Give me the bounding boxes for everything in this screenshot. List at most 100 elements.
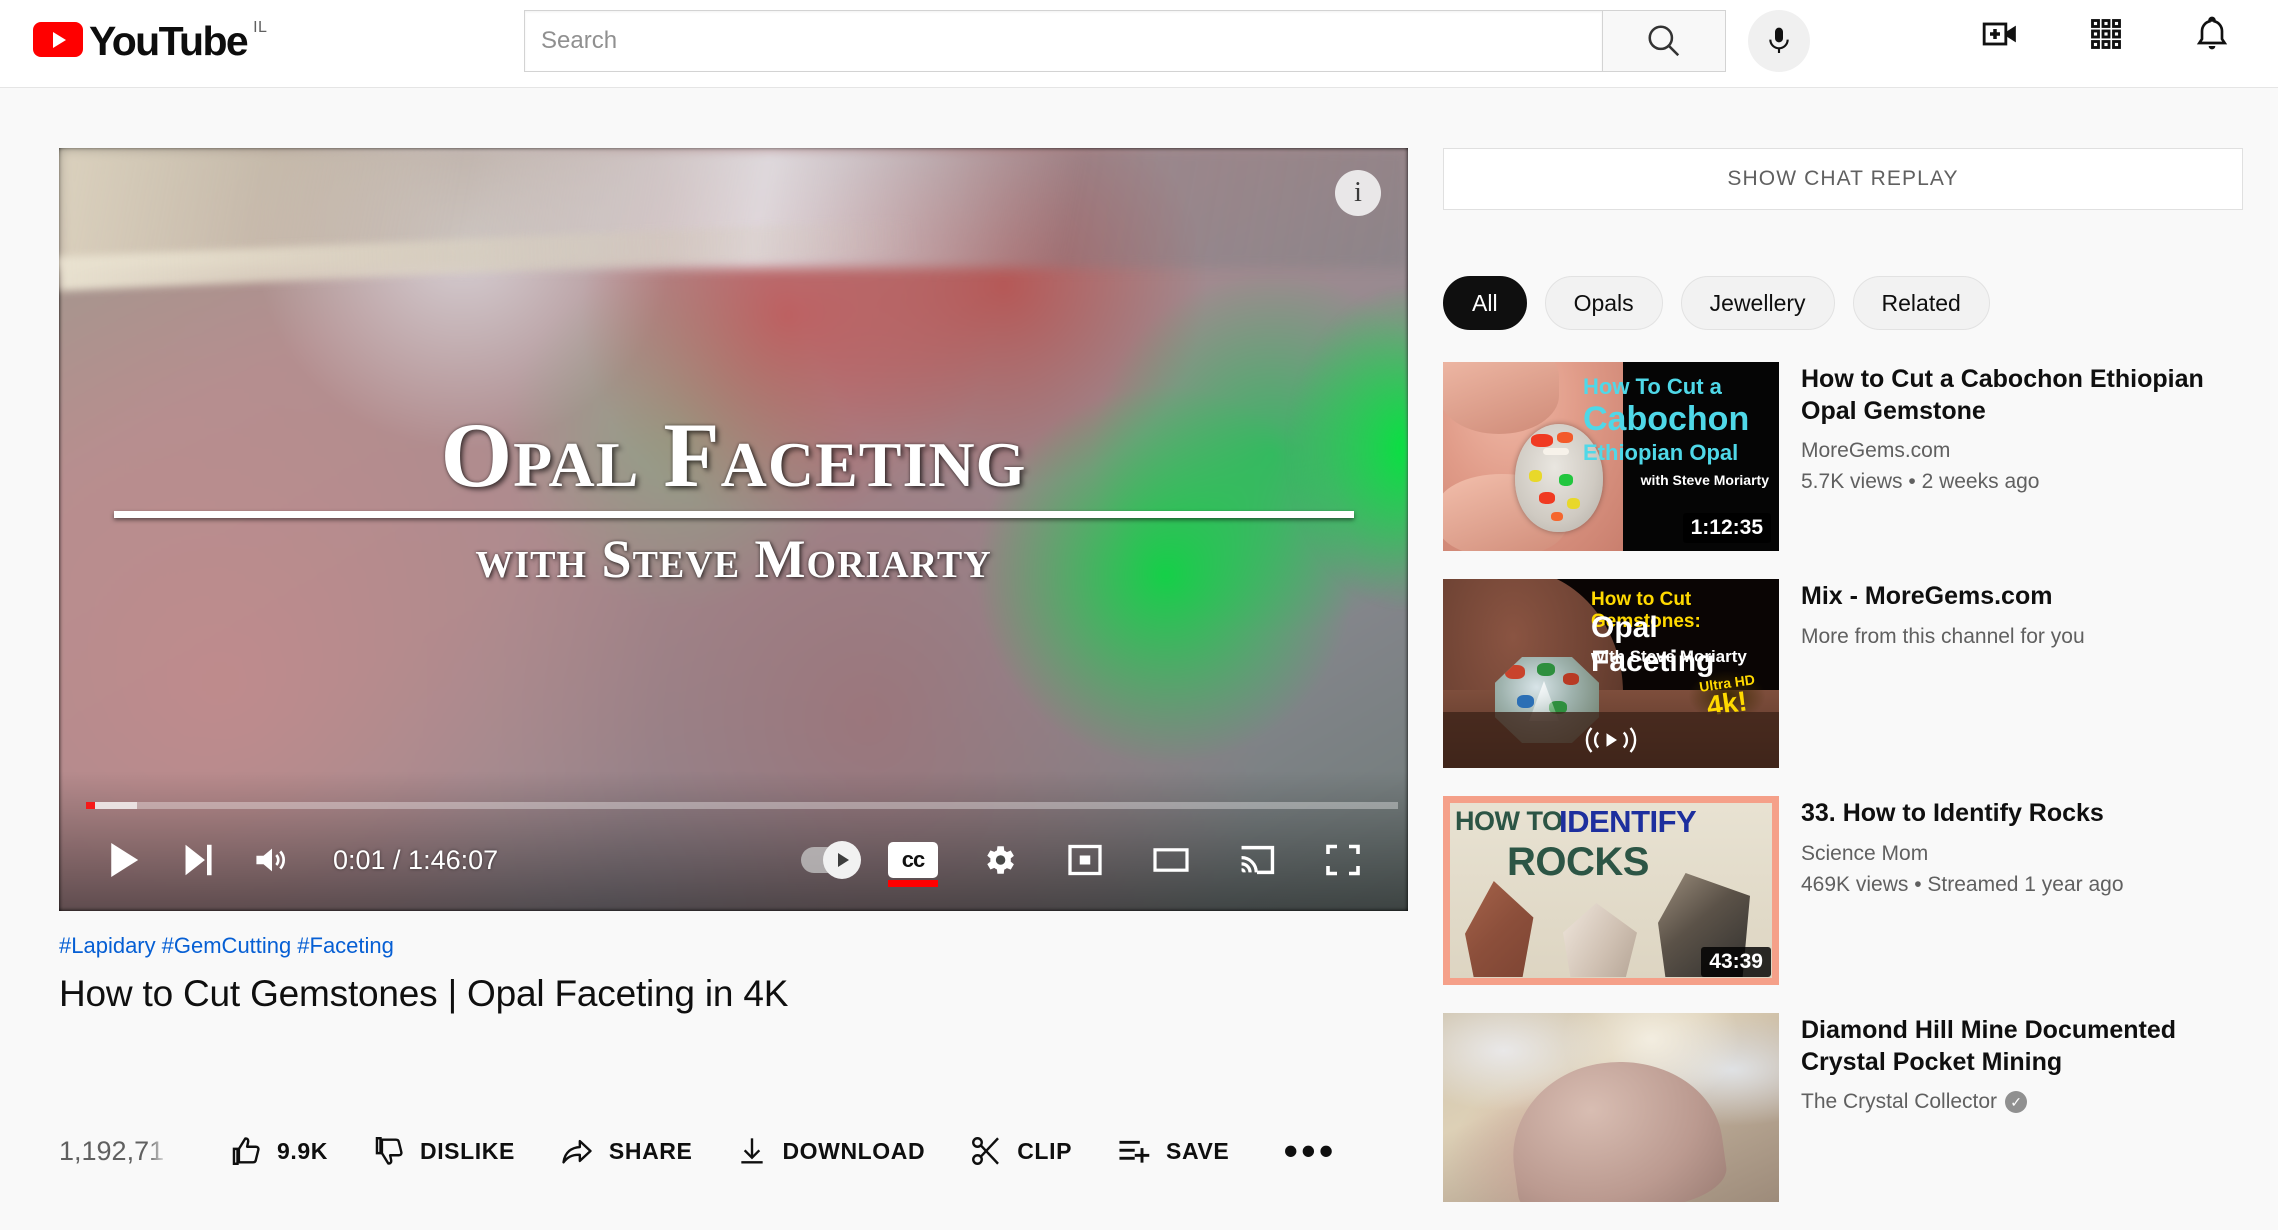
- thumbnail-text-line2: Opal Faceting: [1591, 611, 1715, 678]
- clip-button[interactable]: CLIP: [969, 1134, 1072, 1168]
- dislike-label: DISLIKE: [419, 1137, 515, 1164]
- show-chat-replay-button[interactable]: SHOW CHAT REPLAY: [1443, 148, 2243, 210]
- filter-chip-related[interactable]: Related: [1852, 276, 1990, 330]
- player-controls-right: cc: [790, 823, 1408, 897]
- video-title: 33. How to Identify Rocks: [1801, 799, 2104, 827]
- save-label: SAVE: [1166, 1137, 1230, 1164]
- video-thumbnail[interactable]: How to Cut Gemstones: Opal Faceting with…: [1443, 579, 1779, 768]
- settings-button[interactable]: [962, 823, 1036, 897]
- channel-name-text: The Crystal Collector: [1801, 1090, 1998, 1113]
- masthead-actions: [1976, 10, 2236, 58]
- video-hashtags: #Lapidary #GemCutting #Faceting: [59, 933, 1408, 959]
- verified-badge-icon: ✓: [2005, 1091, 2028, 1113]
- channel-name: More from this channel for you: [1801, 625, 2243, 649]
- save-button[interactable]: SAVE: [1116, 1135, 1229, 1167]
- theater-mode-button[interactable]: [1134, 823, 1208, 897]
- next-video-button[interactable]: [161, 823, 235, 897]
- dislike-button[interactable]: DISLIKE: [372, 1134, 515, 1168]
- list-item[interactable]: How To Cut a Cabochon Ethiopian Opal wit…: [1443, 362, 2243, 551]
- video-title: Mix - MoreGems.com: [1801, 582, 2053, 610]
- video-title: Diamond Hill Mine Documented Crystal Poc…: [1801, 1016, 2177, 1076]
- video-player[interactable]: Opal Faceting with Steve Moriarty i 0:01…: [59, 148, 1408, 911]
- voice-search-button[interactable]: [1748, 10, 1810, 72]
- filter-chip-jewellery[interactable]: Jewellery: [1680, 276, 1835, 330]
- theater-mode-icon: [1153, 848, 1189, 872]
- video-thumbnail[interactable]: How To Cut a Cabochon Ethiopian Opal wit…: [1443, 362, 1779, 551]
- thumbnail-text-line3: with Steve Moriarty: [1591, 647, 1747, 666]
- thumbnail-text-line3: ROCKS: [1507, 840, 1649, 884]
- cast-button[interactable]: [1220, 823, 1294, 897]
- share-arrow-icon: [562, 1139, 592, 1164]
- list-item[interactable]: HOW TO IDENTIFY ROCKS 43:39 33. How to I…: [1443, 796, 2243, 985]
- list-item[interactable]: How to Cut Gemstones: Opal Faceting with…: [1443, 579, 2243, 768]
- fullscreen-button[interactable]: [1306, 823, 1380, 897]
- channel-name-text: MoreGems.com: [1801, 439, 1951, 462]
- filter-chip-opals[interactable]: Opals: [1544, 276, 1663, 330]
- thumbnail-text-line1: HOW TO: [1455, 806, 1563, 836]
- like-count: 9.9K: [277, 1137, 328, 1164]
- closed-captions-icon: cc: [888, 842, 938, 878]
- mix-play-icon: [1585, 727, 1637, 753]
- channel-name-text: More from this channel for you: [1801, 624, 2085, 648]
- bell-icon: [2196, 16, 2228, 50]
- channel-name[interactable]: Science Mom: [1801, 842, 2243, 866]
- notifications-button[interactable]: [2188, 10, 2236, 58]
- thumbs-down-icon: [375, 1137, 403, 1165]
- like-button[interactable]: 9.9K: [229, 1134, 328, 1168]
- volume-button[interactable]: [235, 823, 309, 897]
- channel-name[interactable]: The Crystal Collector ✓: [1801, 1090, 2243, 1114]
- thumbnail-text-line2: Cabochon: [1583, 400, 1750, 438]
- progress-played: [86, 802, 96, 809]
- filter-chip-all[interactable]: All: [1443, 276, 1527, 330]
- thumbnail-text-line2: IDENTIFY: [1559, 804, 1697, 839]
- progress-bar[interactable]: [86, 802, 1398, 809]
- hashtag-lapidary[interactable]: #Lapidary: [59, 933, 156, 958]
- create-video-icon: [1982, 22, 2016, 46]
- video-thumbnail[interactable]: HOW TO IDENTIFY ROCKS 43:39: [1443, 796, 1779, 985]
- page-title: How to Cut Gemstones | Opal Faceting in …: [59, 973, 789, 1014]
- autoplay-knob-icon: [823, 841, 861, 879]
- youtube-play-badge-icon: [33, 22, 83, 57]
- download-label: DOWNLOAD: [782, 1137, 926, 1164]
- channel-name-text: Science Mom: [1801, 841, 1929, 865]
- search-box[interactable]: [524, 10, 1602, 72]
- microphone-icon: [1769, 27, 1789, 53]
- subtitles-button[interactable]: cc: [876, 823, 950, 897]
- create-video-button[interactable]: [1976, 10, 2024, 58]
- play-icon: [111, 843, 139, 877]
- search-button[interactable]: [1602, 10, 1726, 72]
- video-info-button[interactable]: i: [1335, 170, 1381, 216]
- hashtag-gemcutting[interactable]: #GemCutting: [162, 933, 292, 958]
- video-title: How to Cut a Cabochon Ethiopian Opal Gem…: [1801, 365, 2204, 425]
- thumbnail-text-line4: with Steve Moriarty: [1640, 472, 1769, 488]
- clip-label: CLIP: [1017, 1137, 1073, 1164]
- search-input[interactable]: [541, 27, 1602, 55]
- search-area: [524, 10, 1810, 72]
- page-content: Opal Faceting with Steve Moriarty i 0:01…: [0, 88, 2278, 1202]
- secondary-sidebar: SHOW CHAT REPLAY All Opals Jewellery Rel…: [1443, 148, 2243, 1230]
- progress-buffered: [95, 802, 138, 809]
- video-frame-green-reflection: [1288, 288, 1408, 608]
- miniplayer-icon: [1068, 844, 1102, 876]
- autoplay-toggle[interactable]: [790, 823, 864, 897]
- youtube-logo[interactable]: YouTube IL: [33, 18, 267, 62]
- apps-grid-icon: [2091, 19, 2121, 49]
- download-button[interactable]: DOWNLOAD: [736, 1134, 925, 1168]
- play-button[interactable]: [87, 823, 161, 897]
- scissors-icon: [972, 1137, 1000, 1165]
- save-playlist-icon: [1119, 1140, 1150, 1163]
- video-duration: 1:12:35: [1682, 513, 1771, 543]
- channel-name[interactable]: MoreGems.com: [1801, 439, 2243, 463]
- more-actions-button[interactable]: •••: [1283, 1130, 1336, 1172]
- share-button[interactable]: SHARE: [559, 1134, 693, 1168]
- cast-icon: [1241, 845, 1275, 875]
- miniplayer-button[interactable]: [1048, 823, 1122, 897]
- apps-button[interactable]: [2082, 10, 2130, 58]
- download-arrow-icon: [741, 1138, 764, 1164]
- fullscreen-icon: [1326, 844, 1360, 876]
- search-icon: [1648, 25, 1680, 57]
- recommendations-list: How To Cut a Cabochon Ethiopian Opal wit…: [1443, 362, 2243, 1202]
- share-label: SHARE: [608, 1137, 693, 1164]
- info-icon: i: [1354, 177, 1362, 208]
- hashtag-faceting[interactable]: #Faceting: [297, 933, 394, 958]
